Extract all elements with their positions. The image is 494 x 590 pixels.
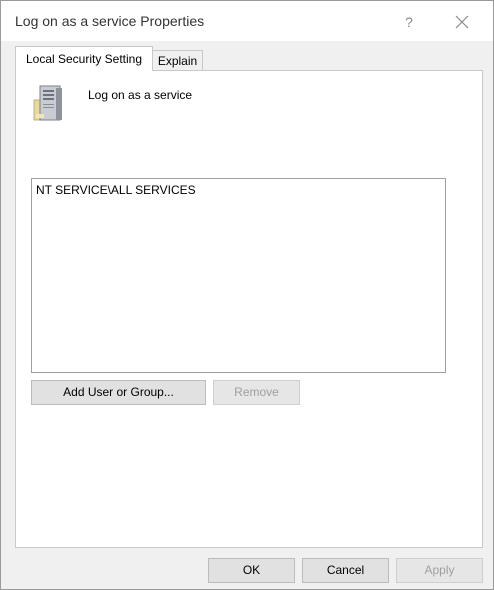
tab-local-security-setting[interactable]: Local Security Setting — [15, 46, 153, 71]
close-button[interactable] — [447, 11, 477, 33]
tab-explain[interactable]: Explain — [152, 50, 203, 71]
cancel-button[interactable]: Cancel — [302, 558, 389, 583]
apply-button[interactable]: Apply — [396, 558, 483, 583]
list-item[interactable]: NT SERVICE\ALL SERVICES — [36, 183, 196, 197]
add-user-or-group-button[interactable]: Add User or Group... — [31, 380, 206, 405]
ok-button[interactable]: OK — [208, 558, 295, 583]
policy-name: Log on as a service — [88, 88, 193, 102]
window-title: Log on as a service Properties — [15, 13, 205, 29]
help-button[interactable]: ? — [395, 11, 423, 33]
server-tower-icon — [33, 85, 62, 121]
members-listbox[interactable]: NT SERVICE\ALL SERVICES — [31, 178, 446, 373]
title-bar[interactable]: Log on as a service Properties ? — [1, 1, 493, 41]
remove-button[interactable]: Remove — [213, 380, 300, 405]
close-icon — [455, 15, 469, 29]
